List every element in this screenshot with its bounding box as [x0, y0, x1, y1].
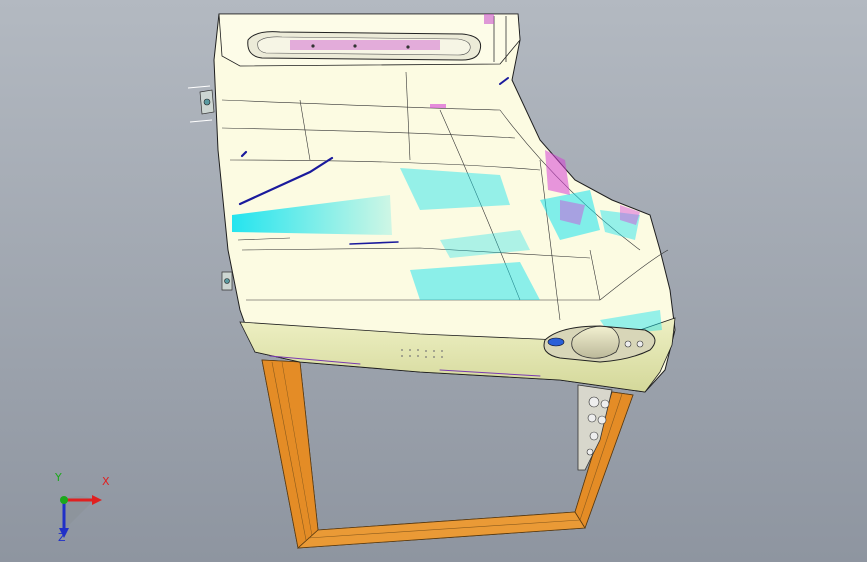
- door-model[interactable]: [0, 0, 867, 562]
- x-axis-arrow: [92, 495, 102, 505]
- z-axis-label: Z: [58, 531, 66, 544]
- coordinate-triad: X Y Z: [40, 472, 120, 548]
- y-axis-label: Y: [55, 471, 62, 484]
- triad-axes: [59, 495, 102, 538]
- x-axis-label: X: [102, 475, 110, 488]
- y-axis-dot: [60, 496, 68, 504]
- cad-viewport[interactable]: X Y Z: [0, 0, 867, 562]
- window-frame: [261, 359, 634, 549]
